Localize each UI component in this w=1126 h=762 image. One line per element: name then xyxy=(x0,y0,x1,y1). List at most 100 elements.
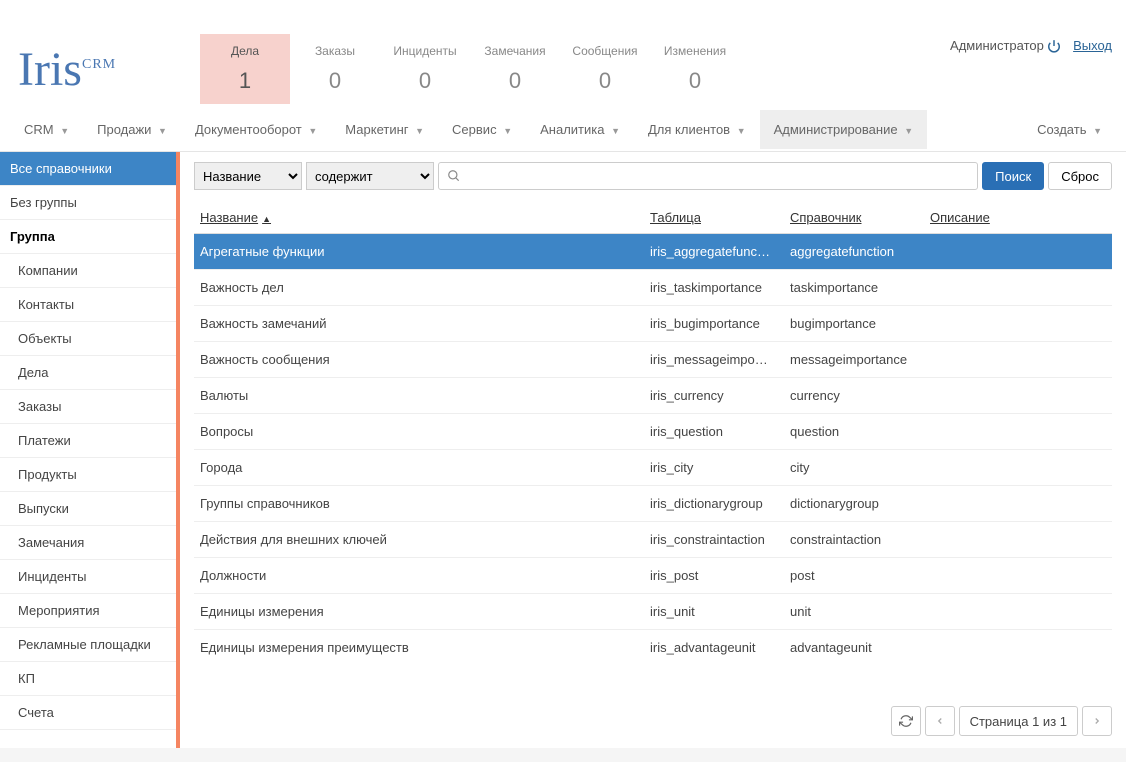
cell-name: Группы справочников xyxy=(194,486,644,522)
cell-name: Важность дел xyxy=(194,270,644,306)
table-row[interactable]: Важность сообщенияiris_messageimpo…messa… xyxy=(194,342,1112,378)
nav-item-3[interactable]: Маркетинг ▼ xyxy=(331,110,438,149)
col-header-table[interactable]: Таблица xyxy=(644,202,784,234)
logout-link[interactable]: Выход xyxy=(1073,38,1112,53)
sidebar-group[interactable]: Группа xyxy=(0,220,176,254)
power-icon xyxy=(1047,39,1065,54)
caret-down-icon: ▼ xyxy=(737,126,746,136)
stat-0[interactable]: Дела 1 xyxy=(200,34,290,104)
cell-name: Действия для внешних ключей xyxy=(194,522,644,558)
sidebar-item[interactable]: Контакты xyxy=(0,288,176,322)
cell-desc xyxy=(924,270,1112,306)
user-role: Администратор xyxy=(950,38,1044,53)
logo-main: Iris xyxy=(18,43,82,96)
table-row[interactable]: Вопросыiris_questionquestion xyxy=(194,414,1112,450)
sidebar-item[interactable]: Счета xyxy=(0,696,176,730)
nav-item-0[interactable]: CRM ▼ xyxy=(10,110,83,149)
nav-item-2[interactable]: Документооборот ▼ xyxy=(181,110,331,149)
stat-value: 0 xyxy=(560,68,650,94)
cell-desc xyxy=(924,630,1112,659)
table-row[interactable]: Городаiris_citycity xyxy=(194,450,1112,486)
cell-desc xyxy=(924,558,1112,594)
nav-create[interactable]: Создать ▼ xyxy=(1023,110,1116,149)
stat-5[interactable]: Изменения0 xyxy=(650,34,740,104)
nav-item-4[interactable]: Сервис ▼ xyxy=(438,110,526,149)
refresh-button[interactable] xyxy=(891,706,921,736)
caret-down-icon: ▼ xyxy=(60,126,69,136)
sidebar-item[interactable]: Рекламные площадки xyxy=(0,628,176,662)
next-page-button[interactable] xyxy=(1082,706,1112,736)
pager: Страница 1 из 1 xyxy=(891,706,1112,736)
cell-desc xyxy=(924,486,1112,522)
search-field-select[interactable]: Название xyxy=(194,162,302,190)
stat-4[interactable]: Сообщения0 xyxy=(560,34,650,104)
cell-name: Агрегатные функции xyxy=(194,234,644,270)
table-row[interactable]: Должностиiris_postpost xyxy=(194,558,1112,594)
sidebar-item[interactable]: Компании xyxy=(0,254,176,288)
cell-table: iris_dictionarygroup xyxy=(644,486,784,522)
sidebar-item[interactable]: Платежи xyxy=(0,424,176,458)
nav-item-1[interactable]: Продажи ▼ xyxy=(83,110,181,149)
cell-ref: messageimportance xyxy=(784,342,924,378)
cell-name: Вопросы xyxy=(194,414,644,450)
sidebar-item[interactable]: Заказы xyxy=(0,390,176,424)
table-row[interactable]: Единицы измерения преимуществiris_advant… xyxy=(194,630,1112,659)
sidebar-item[interactable]: Дела xyxy=(0,356,176,390)
stat-2[interactable]: Инциденты0 xyxy=(380,34,470,104)
cell-name: Валюты xyxy=(194,378,644,414)
pager-label: Страница 1 из 1 xyxy=(959,706,1078,736)
caret-down-icon: ▼ xyxy=(904,126,913,136)
table-row[interactable]: Группы справочниковiris_dictionarygroupd… xyxy=(194,486,1112,522)
cell-ref: constraintaction xyxy=(784,522,924,558)
search-button[interactable]: Поиск xyxy=(982,162,1044,190)
cell-desc xyxy=(924,450,1112,486)
cell-desc xyxy=(924,378,1112,414)
stat-1[interactable]: Заказы0 xyxy=(290,34,380,104)
table-row[interactable]: Действия для внешних ключейiris_constrai… xyxy=(194,522,1112,558)
table-row[interactable]: Агрегатные функцииiris_aggregatefunc…agg… xyxy=(194,234,1112,270)
cell-desc xyxy=(924,414,1112,450)
stat-3[interactable]: Замечания0 xyxy=(470,34,560,104)
table-row[interactable]: Важность замечанийiris_bugimportancebugi… xyxy=(194,306,1112,342)
cell-table: iris_currency xyxy=(644,378,784,414)
sidebar-item[interactable]: Мероприятия xyxy=(0,594,176,628)
main-content: Название содержит Поиск Сброс Название▲ … xyxy=(180,152,1126,748)
sidebar-item[interactable]: Объекты xyxy=(0,322,176,356)
nav-item-7[interactable]: Администрирование ▼ xyxy=(760,110,928,149)
stat-title: Дела xyxy=(200,44,290,58)
cell-ref: city xyxy=(784,450,924,486)
caret-down-icon: ▼ xyxy=(1093,126,1102,136)
reset-button[interactable]: Сброс xyxy=(1048,162,1112,190)
col-header-name[interactable]: Название▲ xyxy=(194,202,644,234)
sidebar-all-refs[interactable]: Все справочники xyxy=(0,152,176,186)
col-header-desc[interactable]: Описание xyxy=(924,202,1112,234)
stat-title: Заказы xyxy=(290,44,380,58)
cell-table: iris_messageimpo… xyxy=(644,342,784,378)
prev-page-button[interactable] xyxy=(925,706,955,736)
stat-value: 1 xyxy=(200,68,290,94)
sidebar-item[interactable]: Продукты xyxy=(0,458,176,492)
cell-ref: currency xyxy=(784,378,924,414)
data-table: Название▲ Таблица Справочник Описание Аг… xyxy=(194,202,1112,658)
table-row[interactable]: Важность делiris_taskimportancetaskimpor… xyxy=(194,270,1112,306)
cell-ref: bugimportance xyxy=(784,306,924,342)
logo-sup: CRM xyxy=(82,57,116,72)
search-op-select[interactable]: содержит xyxy=(306,162,434,190)
nav-item-6[interactable]: Для клиентов ▼ xyxy=(634,110,760,149)
stat-value: 0 xyxy=(650,68,740,94)
sidebar-no-group[interactable]: Без группы xyxy=(0,186,176,220)
table-row[interactable]: Единицы измеренияiris_unitunit xyxy=(194,594,1112,630)
stats-bar: Дела1Заказы0Инциденты0Замечания0Сообщени… xyxy=(200,34,740,104)
stat-value: 0 xyxy=(470,68,560,94)
search-input[interactable] xyxy=(461,169,969,184)
sidebar-item[interactable]: Замечания xyxy=(0,526,176,560)
table-row[interactable]: Валютыiris_currencycurrency xyxy=(194,378,1112,414)
cell-desc xyxy=(924,594,1112,630)
sidebar-item[interactable]: Выпуски xyxy=(0,492,176,526)
cell-table: iris_city xyxy=(644,450,784,486)
col-header-ref[interactable]: Справочник xyxy=(784,202,924,234)
nav-item-5[interactable]: Аналитика ▼ xyxy=(526,110,634,149)
sidebar-item[interactable]: Инциденты xyxy=(0,560,176,594)
cell-ref: post xyxy=(784,558,924,594)
sidebar-item[interactable]: КП xyxy=(0,662,176,696)
